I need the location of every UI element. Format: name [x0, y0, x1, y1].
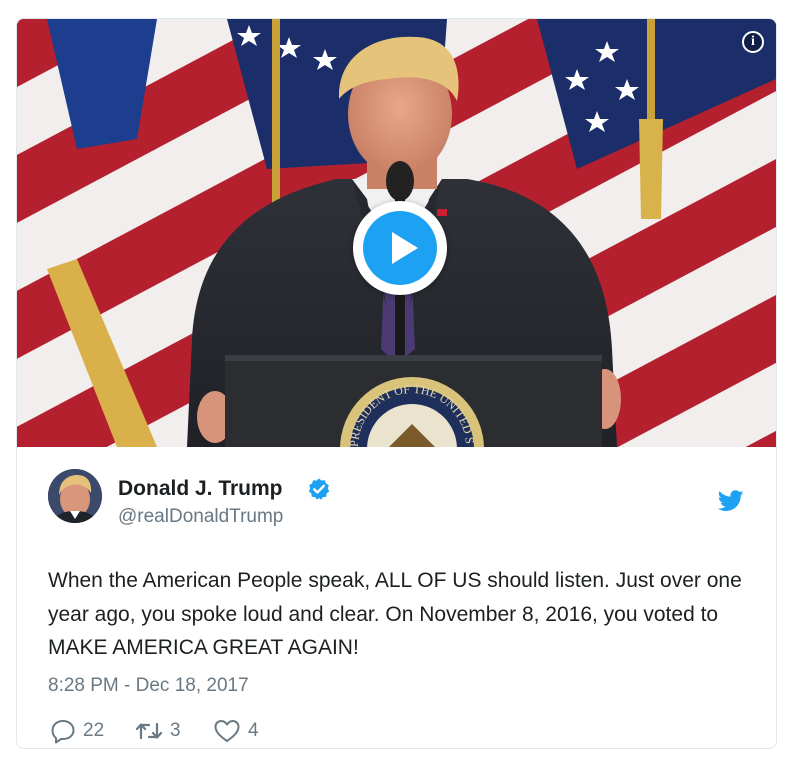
- avatar-image: [48, 469, 102, 523]
- tweet-body: Donald J. Trump @realDonaldTrump When th…: [17, 447, 776, 748]
- retweet-button[interactable]: 3: [135, 717, 181, 745]
- username[interactable]: @realDonaldTrump: [118, 506, 283, 528]
- play-button-circle: [363, 211, 437, 285]
- tweet-text: When the American People speak, ALL OF U…: [48, 569, 742, 659]
- play-icon: [392, 232, 418, 264]
- avatar[interactable]: [48, 469, 102, 523]
- twitter-bird-icon[interactable]: [718, 490, 744, 512]
- info-icon[interactable]: i: [742, 31, 764, 53]
- verified-badge-icon: [308, 478, 330, 500]
- reply-button[interactable]: 22: [50, 717, 104, 745]
- video-thumbnail[interactable]: PRESIDENT OF THE UNITED STATES i: [17, 19, 776, 447]
- tweet-timestamp[interactable]: 8:28 PM - Dec 18, 2017: [48, 675, 249, 697]
- like-count: 4: [248, 720, 259, 741]
- like-button[interactable]: 4: [213, 717, 259, 745]
- reply-icon: [51, 720, 75, 744]
- heart-icon: [214, 720, 240, 742]
- retweet-icon: [135, 722, 163, 740]
- retweet-count: 3: [170, 720, 181, 741]
- play-button[interactable]: [353, 201, 447, 295]
- reply-count: 22: [83, 720, 105, 741]
- tweet-card: PRESIDENT OF THE UNITED STATES i Donald …: [16, 18, 777, 749]
- display-name[interactable]: Donald J. Trump: [118, 477, 283, 501]
